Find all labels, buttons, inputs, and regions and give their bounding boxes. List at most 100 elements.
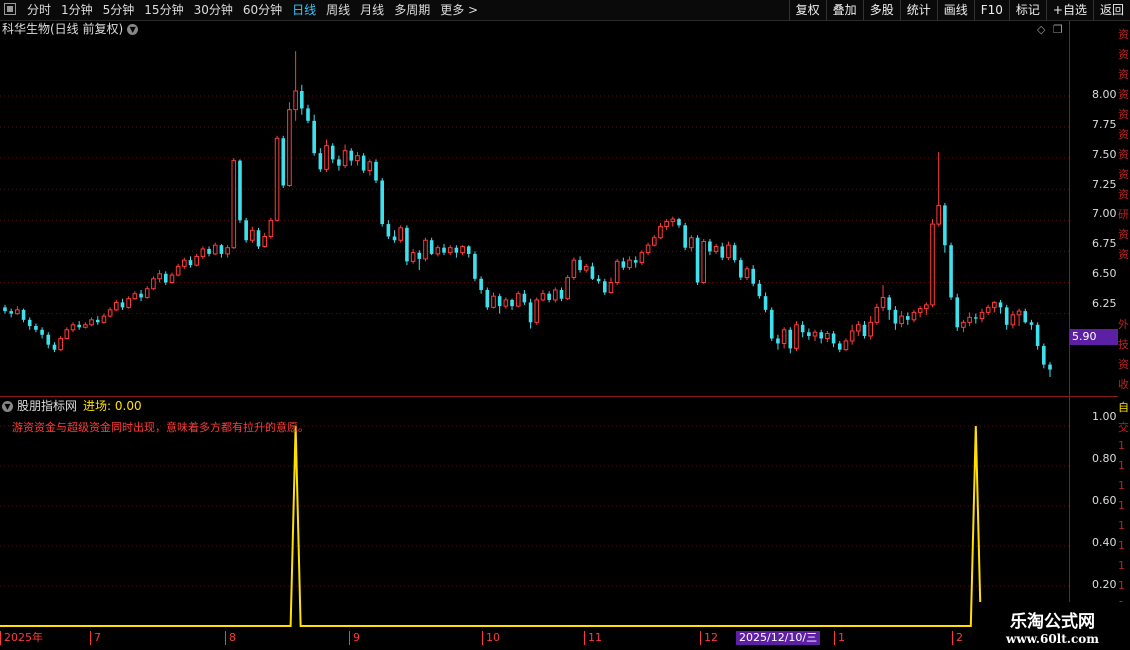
candle-body	[1010, 314, 1016, 326]
candle-body	[417, 252, 422, 259]
side-clip-char: 资	[1118, 68, 1129, 81]
watermark: 乐淘公式网 www.60lt.com	[975, 602, 1130, 650]
candle-body	[207, 248, 211, 254]
candle-body	[670, 218, 676, 223]
candle-body	[442, 247, 446, 253]
watermark-url: www.60lt.com	[1006, 632, 1099, 646]
candle-body	[386, 224, 391, 237]
side-clip-char: 外	[1118, 318, 1129, 331]
candle-body	[169, 274, 175, 284]
candle-body	[460, 245, 465, 254]
side-clip-char: 交	[1118, 421, 1129, 434]
side-clip-char: 资	[1118, 88, 1129, 101]
indicator-name: 股朋指标网	[17, 399, 78, 413]
candle-body	[677, 219, 681, 226]
candle-body	[330, 145, 335, 160]
candle-body	[324, 145, 329, 170]
candle-body	[355, 155, 360, 162]
candlestick-chart[interactable]	[0, 0, 1130, 650]
candle-body	[559, 289, 564, 299]
candle-body	[943, 205, 947, 246]
candle-body	[949, 245, 953, 298]
candle-body	[52, 344, 57, 350]
candle-body	[250, 229, 255, 241]
candle-body	[312, 120, 316, 154]
candle-body	[101, 315, 107, 323]
x-tick-label: 1	[834, 631, 845, 645]
candle-body	[1023, 311, 1028, 323]
candle-body	[849, 330, 855, 342]
candle-body	[998, 302, 1003, 308]
side-clip-char: 自	[1118, 401, 1129, 414]
side-clip-char: 资	[1118, 248, 1129, 261]
y-tick-label: 7.25	[1092, 178, 1117, 191]
candle-body	[856, 324, 861, 332]
candle-body	[893, 309, 898, 324]
candle-body	[726, 244, 731, 259]
candle-body	[479, 278, 483, 290]
candle-body	[89, 319, 94, 326]
y-tick-label: 7.50	[1092, 148, 1117, 161]
candle-body	[225, 247, 230, 255]
candle-body	[447, 247, 453, 254]
candle-body	[713, 245, 719, 252]
candle-body	[21, 309, 26, 320]
candle-body	[132, 293, 138, 300]
side-clip-char: 技	[1118, 338, 1129, 351]
side-clip-char: 1	[1118, 459, 1125, 472]
y-tick-label: 6.25	[1092, 297, 1117, 310]
candle-body	[924, 304, 929, 310]
candle-body	[540, 293, 546, 301]
x-tick-label: 7	[90, 631, 101, 645]
candle-body	[936, 204, 941, 225]
candle-body	[565, 277, 570, 300]
candle-body	[868, 321, 873, 337]
candle-body	[515, 293, 521, 307]
candle-body	[15, 309, 20, 315]
candle-body	[423, 239, 428, 260]
candle-body	[794, 324, 799, 349]
side-clip-char: 收	[1118, 378, 1129, 391]
candle-body	[497, 296, 502, 307]
candle-body	[689, 237, 694, 249]
side-clip-char: 研	[1118, 208, 1129, 221]
candle-body	[293, 90, 298, 111]
candle-body	[1048, 364, 1052, 370]
candle-body	[157, 273, 162, 280]
candle-body	[144, 288, 150, 298]
candle-body	[776, 338, 780, 344]
candle-body	[633, 260, 638, 263]
candle-body	[807, 332, 811, 336]
y-tick-label: 7.00	[1092, 207, 1117, 220]
side-clip-char: 1	[1118, 439, 1125, 452]
candle-body	[367, 161, 373, 172]
candle-body	[256, 230, 261, 247]
candle-body	[40, 329, 44, 335]
candle-body	[578, 260, 582, 271]
candle-body	[361, 155, 366, 171]
candle-body	[522, 293, 527, 303]
candle-body	[491, 295, 496, 308]
candle-body	[58, 337, 63, 351]
chevron-down-icon[interactable]: ▼	[2, 401, 13, 412]
indicator-y-tick: 0.20	[1092, 578, 1117, 591]
watermark-title: 乐淘公式网	[1010, 612, 1095, 632]
candle-body	[262, 235, 268, 247]
candle-body	[473, 253, 477, 279]
side-clip-char: 资	[1118, 358, 1129, 371]
pane-divider[interactable]	[0, 396, 1118, 397]
candle-body	[9, 311, 13, 314]
candle-body	[596, 278, 601, 282]
side-clip-char: 1	[1118, 499, 1125, 512]
candle-body	[454, 247, 459, 253]
candle-body	[769, 309, 774, 339]
indicator-value: 进场: 0.00	[83, 399, 142, 413]
candle-body	[70, 324, 76, 331]
candle-body	[732, 245, 737, 261]
candle-body	[645, 244, 651, 254]
candle-body	[200, 248, 206, 257]
y-tick-label: 8.00	[1092, 88, 1117, 101]
candle-body	[503, 299, 509, 307]
candle-body	[751, 268, 755, 284]
candle-body	[429, 240, 434, 254]
